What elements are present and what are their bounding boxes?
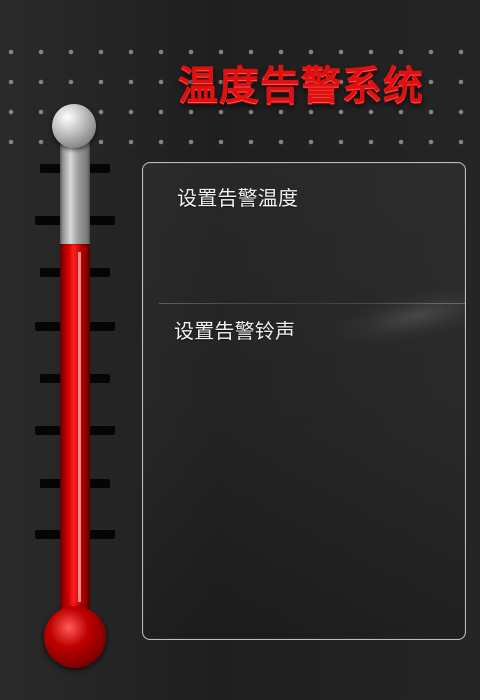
thermometer-mercury	[60, 244, 90, 624]
settings-divider	[159, 303, 465, 304]
set-alarm-ringtone-item[interactable]: 设置告警铃声	[174, 321, 295, 341]
thermometer-bulb	[44, 606, 106, 668]
thermometer	[30, 104, 140, 674]
app-title: 温度告警系统	[178, 63, 424, 109]
thermometer-tube	[60, 124, 90, 624]
thermometer-top-cap	[52, 104, 96, 148]
set-alarm-temperature-item[interactable]: 设置告警温度	[177, 188, 298, 208]
settings-panel: 设置告警温度 设置告警铃声	[142, 162, 466, 640]
